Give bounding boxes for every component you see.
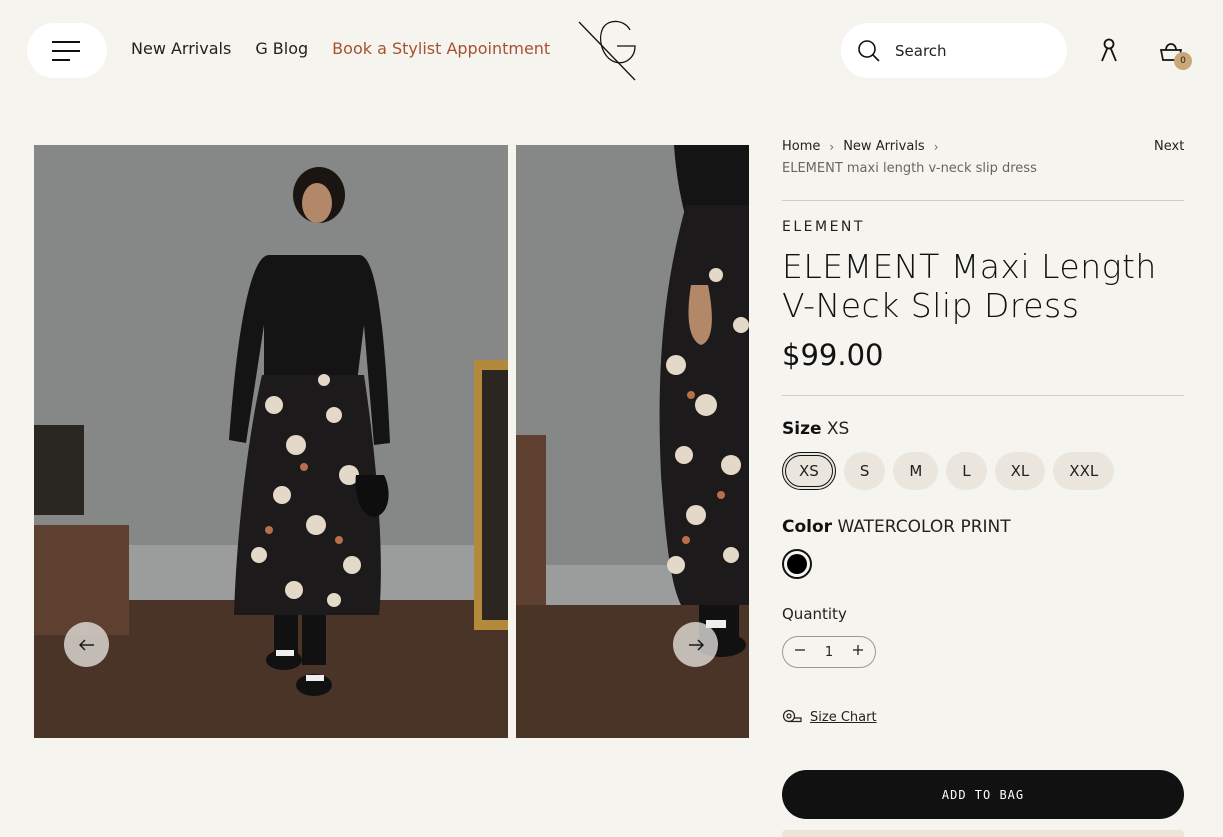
quantity-decrease-button[interactable] <box>793 643 807 661</box>
chevron-right-icon: › <box>829 139 835 154</box>
size-option-xl[interactable]: XL <box>994 452 1046 490</box>
product-brand: ELEMENT <box>782 219 865 235</box>
nav-new-arrivals[interactable]: New Arrivals <box>131 39 231 58</box>
menu-button[interactable] <box>27 23 107 78</box>
gallery-prev-button[interactable] <box>64 622 109 667</box>
product-price: $99.00 <box>782 338 884 372</box>
user-icon[interactable] <box>1098 38 1120 62</box>
color-swatch-watercolor-print[interactable] <box>782 549 812 579</box>
cart-count-badge: 0 <box>1174 52 1192 70</box>
nav-g-blog[interactable]: G Blog <box>255 39 308 58</box>
size-option-s[interactable]: S <box>843 452 886 490</box>
size-option-xs[interactable]: XS <box>782 452 836 490</box>
gallery-next-button[interactable] <box>673 622 718 667</box>
color-label-title: Color <box>782 517 833 537</box>
next-product-link[interactable]: Next <box>1154 139 1184 154</box>
size-options: XS S M L XL XXL <box>782 452 1115 490</box>
color-label: Color WATERCOLOR PRINT <box>782 517 1011 537</box>
hamburger-menu-icon <box>52 40 80 61</box>
search-input[interactable] <box>895 41 1045 60</box>
size-label-title: Size <box>782 419 822 439</box>
main-nav: New Arrivals G Blog Book a Stylist Appoi… <box>131 39 550 58</box>
bottom-banner <box>782 830 1184 837</box>
size-chart-link[interactable]: Size Chart <box>810 710 877 725</box>
size-chart: Size Chart <box>782 709 877 725</box>
quantity-increase-button[interactable] <box>851 643 865 661</box>
size-option-xxl[interactable]: XXL <box>1053 452 1115 490</box>
quantity-stepper: 1 <box>782 636 876 668</box>
arrow-left-icon <box>78 639 94 650</box>
arrow-right-icon <box>688 639 704 650</box>
quantity-value[interactable]: 1 <box>825 645 833 660</box>
divider <box>782 395 1184 396</box>
size-option-m[interactable]: M <box>893 452 939 490</box>
product-title: ELEMENT Maxi Length V-Neck Slip Dress <box>782 247 1157 325</box>
swatch-fill <box>787 554 807 574</box>
breadcrumb: Home › New Arrivals › <box>782 139 939 154</box>
search-icon <box>858 39 880 62</box>
minus-icon <box>795 649 805 651</box>
brand-logo-icon[interactable] <box>575 16 645 82</box>
breadcrumb-home[interactable]: Home <box>782 139 820 154</box>
search-bar[interactable] <box>841 23 1067 78</box>
color-selected-value: WATERCOLOR PRINT <box>837 517 1011 537</box>
add-to-bag-button[interactable]: ADD TO BAG <box>782 770 1184 819</box>
divider <box>782 200 1184 201</box>
size-label: Size XS <box>782 419 849 439</box>
quantity-label: Quantity <box>782 605 847 623</box>
measuring-tape-icon <box>782 709 802 723</box>
plus-icon <box>853 645 863 655</box>
breadcrumb-current: ELEMENT maxi length v-neck slip dress <box>782 161 1037 176</box>
breadcrumb-new-arrivals[interactable]: New Arrivals <box>843 139 925 154</box>
size-selected-value: XS <box>826 419 850 439</box>
size-option-l[interactable]: L <box>946 452 987 490</box>
nav-book-stylist[interactable]: Book a Stylist Appointment <box>332 39 550 58</box>
chevron-right-icon: › <box>933 139 939 154</box>
